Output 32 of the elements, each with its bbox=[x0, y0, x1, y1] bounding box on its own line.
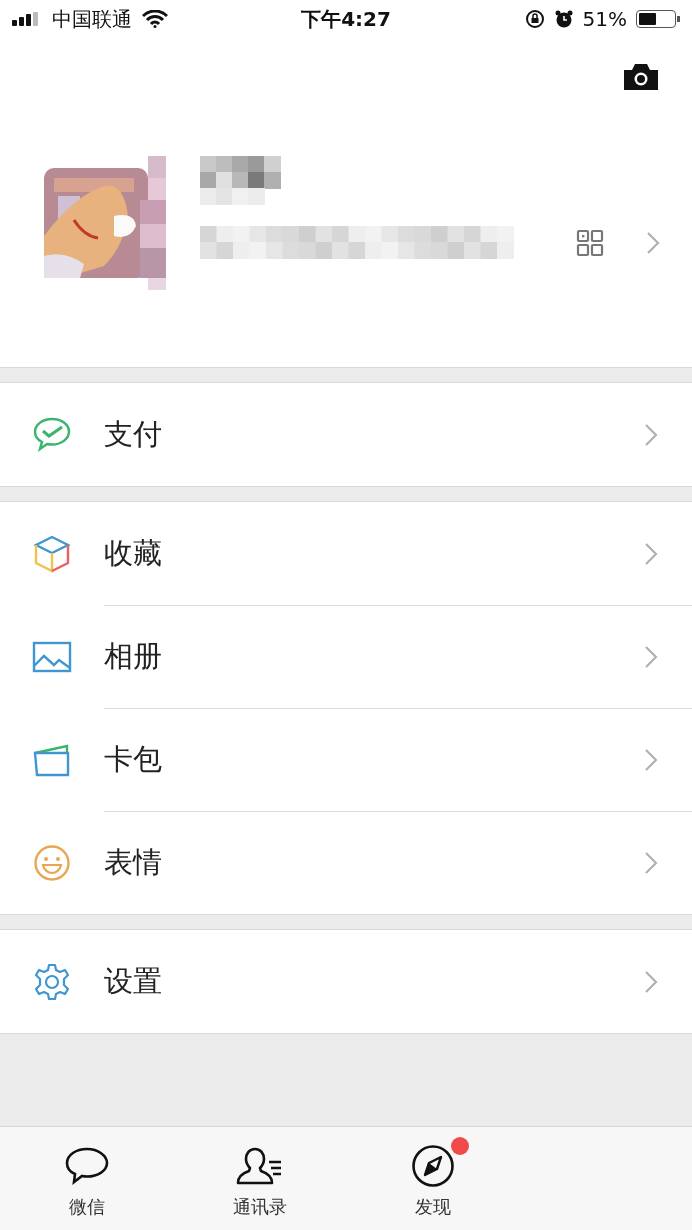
wifi-icon bbox=[142, 10, 168, 28]
menu-item[interactable]: 设置 bbox=[0, 930, 692, 1033]
smiley-icon bbox=[33, 843, 71, 882]
chat-bubble-icon bbox=[63, 1146, 110, 1186]
image-icon bbox=[32, 640, 72, 673]
settings-icon bbox=[32, 961, 72, 1002]
chevron-icon bbox=[644, 422, 658, 447]
menu-item[interactable]: 支付 bbox=[0, 383, 692, 486]
status-time: 下午4:27 bbox=[301, 5, 391, 33]
card-wallet-icon bbox=[32, 742, 72, 777]
chevron-icon bbox=[644, 748, 658, 772]
battery-icon bbox=[636, 10, 680, 28]
menu-item[interactable]: 收藏 bbox=[0, 502, 692, 605]
rotation-lock-icon bbox=[524, 9, 545, 29]
chevron-icon bbox=[644, 541, 658, 566]
menu-item[interactable]: 卡包 bbox=[0, 708, 692, 811]
menu-item[interactable]: 相册 bbox=[0, 605, 692, 708]
chevron-icon bbox=[644, 851, 658, 875]
chevron-icon bbox=[644, 969, 658, 994]
alarm-icon bbox=[553, 9, 574, 29]
chevron-icon bbox=[644, 645, 658, 669]
menu-item[interactable]: 表情 bbox=[0, 811, 692, 914]
carrier-name: 中国联通 bbox=[52, 5, 132, 33]
tab[interactable]: 发现 bbox=[346, 1127, 519, 1230]
battery-percent: 51% bbox=[582, 7, 627, 31]
cube-icon bbox=[33, 533, 71, 574]
tab[interactable]: 通讯录 bbox=[173, 1127, 346, 1230]
compass-icon bbox=[410, 1144, 455, 1188]
qr-code-icon[interactable] bbox=[576, 229, 604, 257]
camera-icon[interactable] bbox=[622, 62, 660, 92]
tab[interactable]: 微信 bbox=[0, 1127, 173, 1230]
wallet-chat-check-icon bbox=[32, 415, 72, 454]
